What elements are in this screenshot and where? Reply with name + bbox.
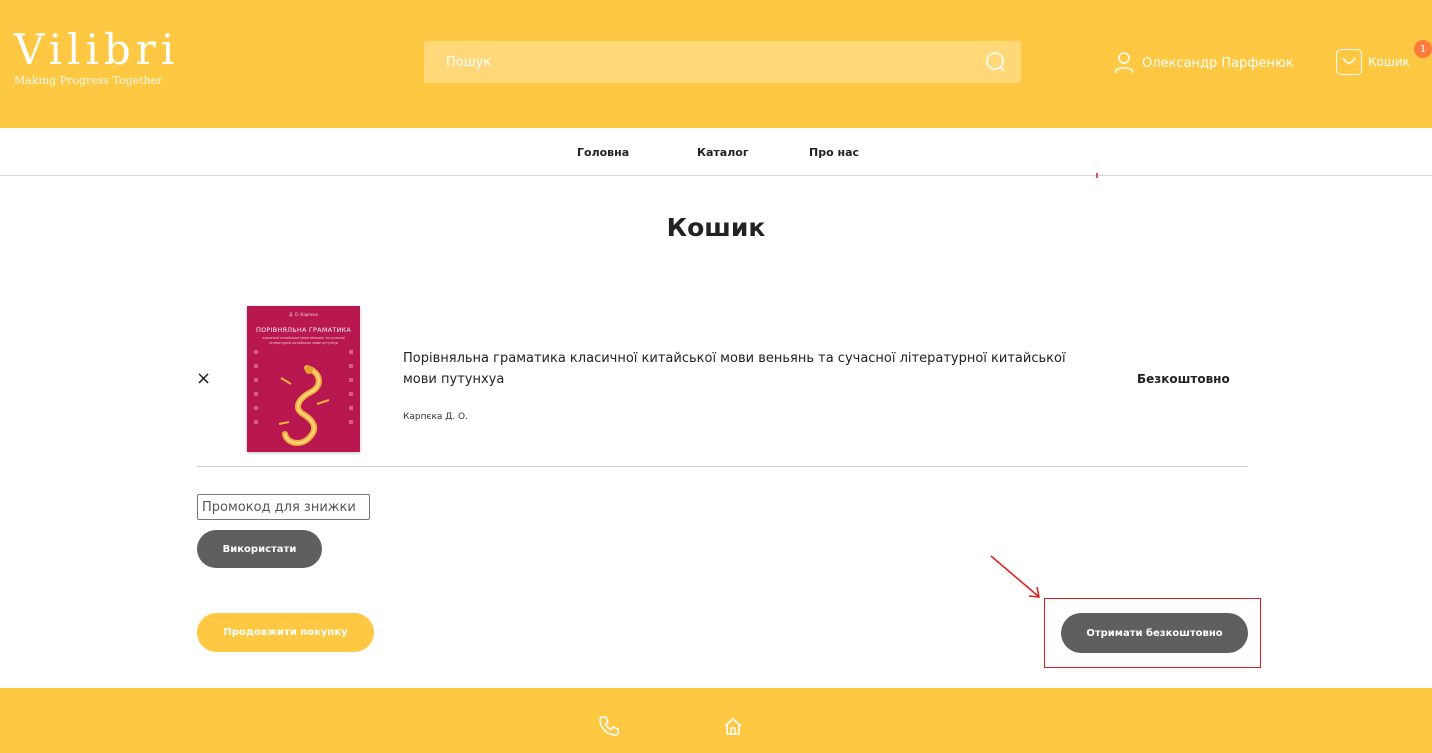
item-title[interactable]: Порівняльна граматика класичної китайськ… <box>403 348 1068 390</box>
home-icon[interactable] <box>721 714 745 738</box>
phone-icon[interactable] <box>597 714 621 738</box>
cover-pattern-right <box>349 350 353 424</box>
cover-pattern-left <box>254 350 258 424</box>
site-logo[interactable]: Vilibri Making Progress Together <box>14 25 180 88</box>
cart-icon <box>1336 49 1362 75</box>
nav-item-catalog[interactable]: Каталог <box>697 146 749 159</box>
cover-title: ПОРІВНЯЛЬНА ГРАМАТИКА <box>256 326 351 334</box>
cart-label: Кошик <box>1368 55 1410 69</box>
remove-item-button[interactable]: × <box>196 370 212 388</box>
search-input[interactable] <box>424 41 969 83</box>
apply-promo-button[interactable]: Використати <box>197 530 322 568</box>
cart-count-badge: 1 <box>1414 40 1432 58</box>
user-icon <box>1114 52 1134 74</box>
search-icon <box>986 52 1005 72</box>
user-account-link[interactable]: Олександр Парфенюк <box>1114 50 1294 76</box>
annotation-highlight-box <box>1044 598 1261 668</box>
item-author: Карпєка Д. О. <box>403 412 468 422</box>
search-bar <box>424 41 1021 83</box>
user-name: Олександр Парфенюк <box>1142 55 1294 71</box>
row-divider <box>197 466 1248 467</box>
site-footer <box>0 688 1432 753</box>
logo-name: Vilibri <box>14 25 180 74</box>
cover-author: Д. О. Карпєка <box>289 312 318 317</box>
dragon-illustration <box>278 365 330 446</box>
book-cover-image[interactable]: Д. О. Карпєка ПОРІВНЯЛЬНА ГРАМАТИКА клас… <box>247 306 360 452</box>
site-header: Vilibri Making Progress Together Олексан… <box>0 0 1432 128</box>
nav-item-home[interactable]: Головна <box>577 146 629 159</box>
cart-link[interactable]: Кошик 1 <box>1336 40 1432 76</box>
item-price: Безкоштовно <box>1137 372 1230 386</box>
continue-shopping-button[interactable]: Продовжити покупку <box>197 613 374 652</box>
nav-item-about[interactable]: Про нас <box>809 146 859 159</box>
logo-tagline: Making Progress Together <box>14 74 163 87</box>
page-title: Кошик <box>666 213 766 242</box>
cover-subtitle: класичної китайської мови веньянь та суч… <box>262 336 345 345</box>
search-button[interactable] <box>969 41 1021 83</box>
main-nav: Головна Каталог Про нас <box>0 128 1432 176</box>
promo-code-input[interactable] <box>197 494 370 520</box>
